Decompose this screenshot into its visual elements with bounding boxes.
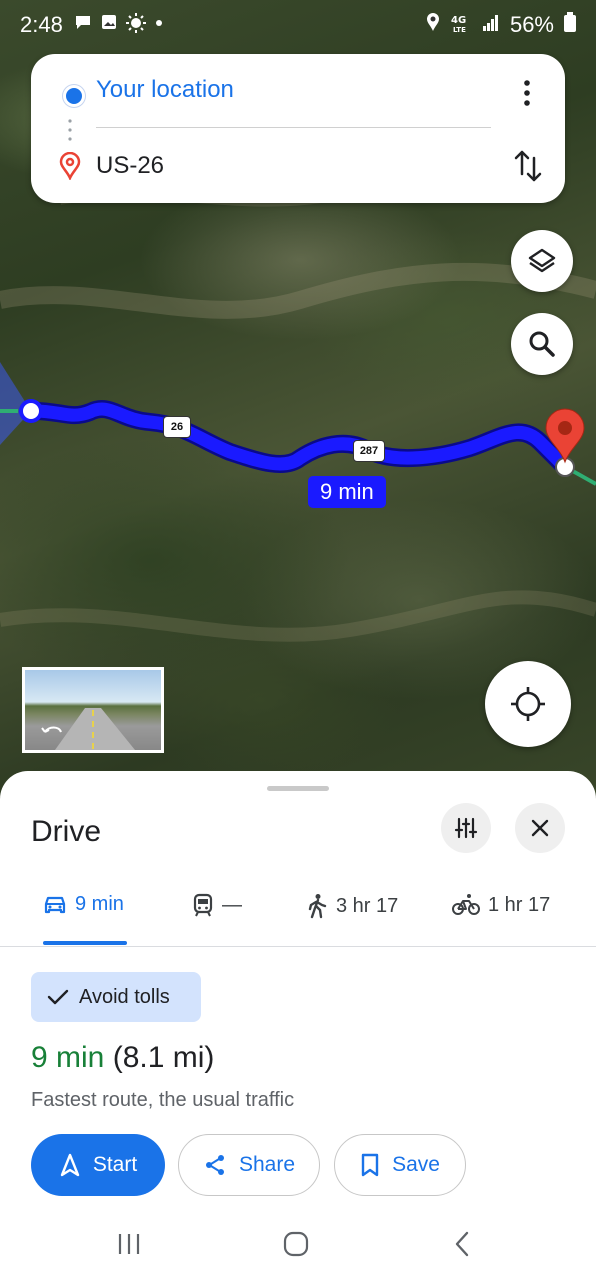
save-button-label: Save — [392, 1153, 440, 1176]
eta-distance: (8.1 mi) — [112, 1041, 215, 1074]
origin-field[interactable]: Your location — [96, 76, 234, 104]
active-tab-indicator — [43, 941, 127, 945]
tab-transit-label: — — [222, 893, 242, 916]
message-icon — [74, 13, 92, 38]
status-time: 2:48 — [20, 12, 63, 37]
status-bar: 2:48 4G LTE 56% — [0, 0, 596, 52]
tab-walk-label: 3 hr 17 — [336, 894, 399, 917]
travel-mode-tabs: 9 min — 3 hr 17 1 hr 17 — [0, 881, 596, 947]
transit-icon — [193, 893, 213, 917]
route-description: Fastest route, the usual traffic — [31, 1089, 295, 1111]
image-icon — [100, 13, 118, 38]
car-icon — [44, 896, 66, 913]
tab-drive-label: 9 min — [75, 893, 124, 915]
close-button[interactable] — [515, 803, 565, 853]
more-options-button[interactable] — [513, 76, 541, 110]
layers-icon — [528, 248, 556, 273]
battery-icon — [564, 12, 576, 38]
back-icon — [455, 1231, 469, 1257]
back-button[interactable] — [452, 1230, 472, 1263]
lte-icon: 4G LTE — [450, 14, 472, 37]
brightness-icon — [126, 13, 146, 38]
walk-icon — [308, 894, 327, 919]
avoid-tolls-chip[interactable]: Avoid tolls — [31, 972, 201, 1022]
field-divider — [96, 127, 491, 128]
save-button[interactable]: Save — [334, 1134, 466, 1196]
tab-bike[interactable]: 1 hr 17 — [452, 893, 550, 917]
tab-drive[interactable]: 9 min — [43, 893, 124, 916]
tab-transit[interactable]: — — [192, 893, 242, 917]
share-button[interactable]: Share — [178, 1134, 320, 1196]
map-layers-button[interactable] — [511, 230, 573, 292]
home-icon — [283, 1231, 309, 1257]
avoid-tolls-label: Avoid tolls — [79, 985, 170, 1008]
bike-icon — [452, 894, 480, 915]
bookmark-icon — [361, 1153, 379, 1177]
search-along-route-button[interactable] — [511, 313, 573, 375]
battery-text: 56% — [509, 12, 554, 37]
navigation-icon — [60, 1153, 80, 1177]
svg-text:4G: 4G — [451, 15, 466, 26]
route-dots-icon — [68, 119, 72, 141]
search-icon — [529, 331, 555, 357]
svg-text:LTE: LTE — [453, 26, 466, 34]
my-location-button[interactable] — [485, 661, 571, 747]
more-vert-icon — [524, 80, 530, 106]
share-button-label: Share — [238, 1153, 296, 1176]
recent-apps-button[interactable] — [116, 1230, 142, 1263]
home-button[interactable] — [282, 1230, 310, 1263]
street-view-thumbnail[interactable] — [22, 667, 164, 753]
destination-field[interactable]: US-26 — [96, 152, 164, 180]
location-icon — [426, 12, 440, 38]
start-button-label: Start — [92, 1153, 138, 1176]
route-shield: 287 — [353, 440, 385, 462]
sheet-drag-handle[interactable] — [267, 786, 329, 791]
tabs-divider — [0, 946, 596, 947]
system-nav-bar — [0, 1210, 596, 1280]
recents-icon — [118, 1234, 140, 1254]
directions-card: Your location US-26 — [31, 54, 565, 203]
swap-vert-icon — [514, 150, 542, 182]
tab-walk[interactable]: 3 hr 17 — [306, 893, 398, 919]
eta-time: 9 min — [31, 1041, 105, 1074]
destination-pin-icon — [59, 151, 81, 185]
swap-direction-button[interactable] — [513, 148, 543, 184]
directions-sheet: Drive 9 min — 3 hr 17 1 hr 17 Avoid toll… — [0, 771, 596, 1280]
tab-bike-label: 1 hr 17 — [488, 893, 551, 916]
close-icon — [531, 819, 549, 837]
route-shield: 26 — [163, 416, 191, 438]
route-options-button[interactable] — [441, 803, 491, 853]
sheet-title: Drive — [31, 815, 102, 848]
origin-marker[interactable] — [19, 399, 43, 423]
start-button[interactable]: Start — [31, 1134, 165, 1196]
signal-icon — [482, 12, 500, 38]
route-duration-label[interactable]: 9 min — [308, 476, 386, 508]
crosshair-icon — [511, 687, 545, 721]
share-icon — [205, 1155, 224, 1175]
tune-icon — [454, 817, 478, 839]
origin-dot-icon — [63, 85, 85, 107]
dot-icon — [154, 13, 164, 38]
route-summary: 9 min (8.1 mi) — [31, 1041, 214, 1075]
check-icon — [47, 989, 69, 1005]
